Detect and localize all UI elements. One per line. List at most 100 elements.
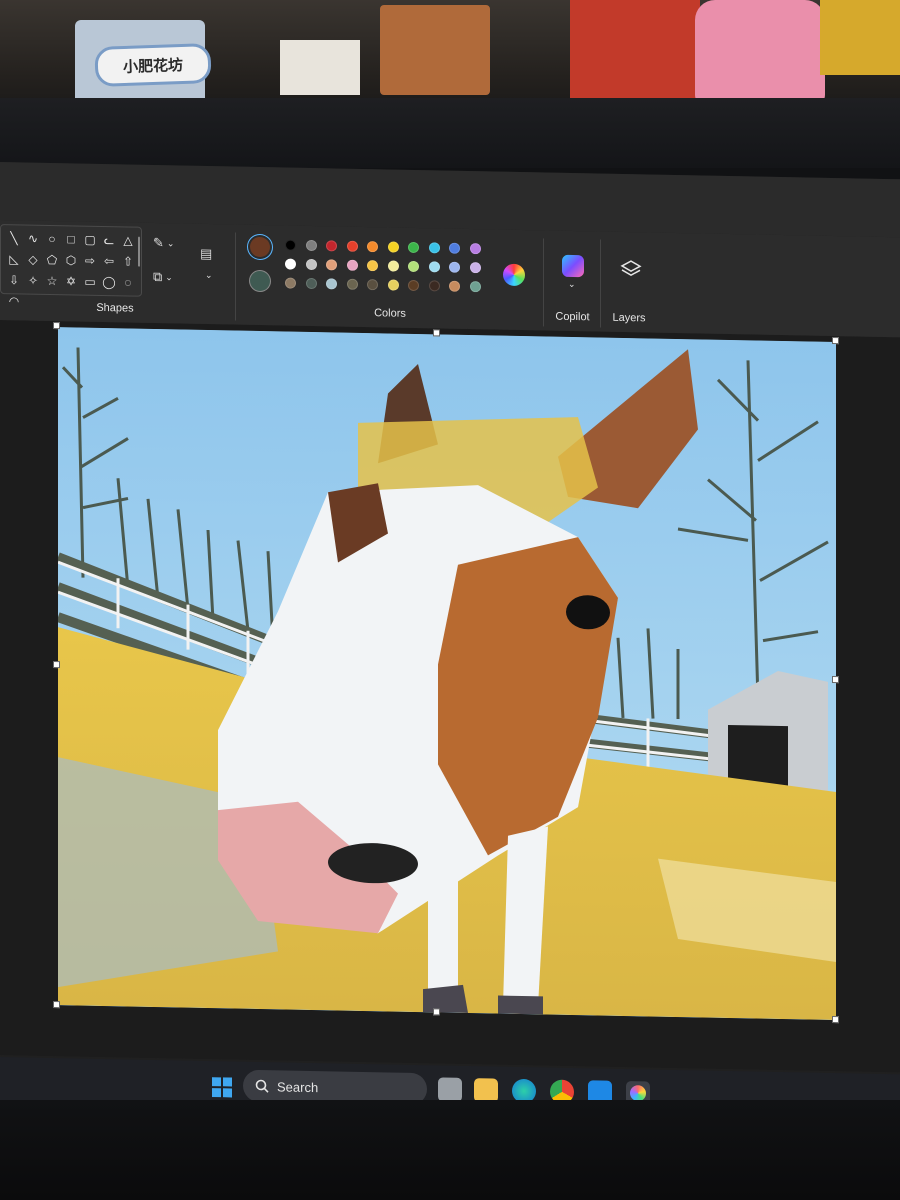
outline-icon: ✎ xyxy=(153,234,164,251)
edit-colors-wheel-icon[interactable] xyxy=(503,263,525,287)
shape-tool-icon[interactable]: □ xyxy=(62,229,80,249)
color-swatch[interactable] xyxy=(387,279,399,291)
color-swatch[interactable] xyxy=(285,239,296,251)
color-swatch[interactable] xyxy=(305,258,317,271)
shape-tool-icon[interactable]: ⬠ xyxy=(43,250,61,270)
shape-options-chevron[interactable]: ⌄ xyxy=(205,270,213,281)
color-swatch[interactable] xyxy=(326,259,337,271)
shape-tool-icon[interactable]: ○ xyxy=(43,229,61,249)
resize-handle[interactable] xyxy=(53,1001,60,1009)
shape-tool-icon[interactable]: ◺ xyxy=(5,249,23,269)
layers-icon[interactable] xyxy=(620,258,642,280)
flower-shop-sign: 小肥花坊 xyxy=(94,42,212,88)
file-explorer-icon[interactable] xyxy=(474,1078,498,1103)
background-shelf: 小肥花坊 xyxy=(0,0,900,110)
resize-handle[interactable] xyxy=(832,1015,839,1024)
horse-painting-canvas[interactable] xyxy=(58,327,836,1021)
color-swatch[interactable] xyxy=(387,241,399,253)
resize-handle[interactable] xyxy=(53,322,60,330)
shape-options-button[interactable]: ▤ xyxy=(200,246,212,262)
outline-button[interactable]: ✎ ⌄ xyxy=(153,235,174,251)
copilot-icon[interactable] xyxy=(562,254,584,278)
color-swatch[interactable] xyxy=(346,240,358,252)
color-swatch[interactable] xyxy=(469,281,481,293)
fill-icon: ⧉ xyxy=(153,268,163,285)
color-swatch[interactable] xyxy=(428,280,440,292)
color-swatch[interactable] xyxy=(449,242,460,254)
resize-handle[interactable] xyxy=(832,336,839,345)
ribbon-separator xyxy=(235,232,236,321)
color-swatch[interactable] xyxy=(305,277,317,290)
shape-tool-icon[interactable]: ∿ xyxy=(24,228,42,248)
color-swatch[interactable] xyxy=(326,278,337,290)
shape-tool-icon[interactable]: ⇩ xyxy=(5,270,23,290)
shape-tool-icon[interactable]: ✡ xyxy=(62,271,80,291)
chevron-down-icon: ⌄ xyxy=(165,271,173,282)
color-swatch[interactable] xyxy=(305,239,317,252)
color-swatch[interactable] xyxy=(285,258,296,270)
color-swatch[interactable] xyxy=(285,277,296,289)
resize-handle[interactable] xyxy=(832,675,839,684)
shape-tool-icon[interactable]: ᓚ xyxy=(100,230,118,250)
canvas-area xyxy=(0,320,900,1073)
shape-tool-icon[interactable]: ⇦ xyxy=(100,251,118,271)
windows-start-icon[interactable] xyxy=(212,1077,232,1098)
copilot-chevron[interactable]: ⌄ xyxy=(568,279,576,290)
shape-tool-icon[interactable]: ✧ xyxy=(24,270,42,290)
color-swatch[interactable] xyxy=(408,241,419,254)
shape-tool-icon[interactable]: ▭ xyxy=(81,272,99,292)
chevron-down-icon: ⌄ xyxy=(205,269,213,281)
color-swatch[interactable] xyxy=(387,260,399,272)
color-swatch[interactable] xyxy=(367,279,378,291)
color-swatch[interactable] xyxy=(469,262,481,274)
chevron-down-icon: ⌄ xyxy=(166,237,175,248)
shape-tool-icon[interactable]: ▢ xyxy=(81,230,99,250)
shape-tool-icon[interactable]: △ xyxy=(119,230,137,250)
ribbon-separator xyxy=(600,239,601,328)
color-swatch[interactable] xyxy=(346,278,358,290)
color-swatch[interactable] xyxy=(367,241,378,253)
shape-tool-icon[interactable]: ◠ xyxy=(5,291,23,311)
horse-painting xyxy=(58,327,836,1021)
panel-icon: ▤ xyxy=(200,245,213,262)
search-icon xyxy=(255,1079,269,1093)
color-swatch[interactable] xyxy=(428,242,440,254)
color-swatch[interactable] xyxy=(449,261,460,273)
lego-gold-block-toy xyxy=(820,0,900,75)
shape-tool-icon[interactable]: ◇ xyxy=(24,249,42,269)
resize-handle[interactable] xyxy=(53,661,60,669)
layers-group-label: Layers xyxy=(612,311,646,325)
shape-tool-icon[interactable]: ◯ xyxy=(100,272,118,292)
chevron-down-icon: ⌄ xyxy=(568,278,576,290)
color-swatch[interactable] xyxy=(326,240,337,252)
color-swatch[interactable] xyxy=(469,243,481,255)
shape-tool-icon[interactable]: ⬡ xyxy=(62,250,80,270)
lego-fence-toy xyxy=(280,40,360,95)
color-swatch[interactable] xyxy=(408,279,419,292)
color-swatch[interactable] xyxy=(408,260,419,273)
shapes-gallery[interactable]: ╲ ∿ ○ □ ▢ ᓚ △ ◺ ◇ ⬠ ⬡ ⇨ ⇦ ⇧ ⇩ ✧ ☆ ✡ ▭ ◯ ◌ ◠ xyxy=(0,224,142,308)
shape-tool-icon[interactable]: ☆ xyxy=(43,271,61,291)
shape-tool-icon[interactable]: ⇧ xyxy=(119,251,137,271)
color-swatch[interactable] xyxy=(449,280,460,292)
primary-color-button[interactable] xyxy=(250,236,270,258)
lego-kirby-toy xyxy=(695,0,825,105)
color-swatch[interactable] xyxy=(428,261,440,273)
shape-tool-icon[interactable]: ⇨ xyxy=(81,251,99,271)
lego-mario-toy xyxy=(570,0,700,105)
secondary-color-button[interactable] xyxy=(250,270,270,292)
colors-group-label: Colors xyxy=(374,307,406,320)
task-view-icon[interactable] xyxy=(438,1077,462,1102)
shape-tool-icon[interactable]: ◌ xyxy=(119,272,137,292)
monitor-bottom-bezel xyxy=(0,1100,900,1200)
color-swatch[interactable] xyxy=(346,259,358,271)
resize-handle[interactable] xyxy=(433,329,440,337)
monitor-top-bezel xyxy=(0,98,900,168)
search-placeholder: Search xyxy=(277,1078,319,1095)
shapes-scrollbar[interactable] xyxy=(138,236,140,267)
fill-button[interactable]: ⧉ ⌄ xyxy=(153,269,173,285)
resize-handle[interactable] xyxy=(433,1008,440,1016)
color-swatch[interactable] xyxy=(367,260,378,272)
lego-flower-pots-toy xyxy=(380,5,490,95)
shape-tool-icon[interactable]: ╲ xyxy=(5,228,23,248)
